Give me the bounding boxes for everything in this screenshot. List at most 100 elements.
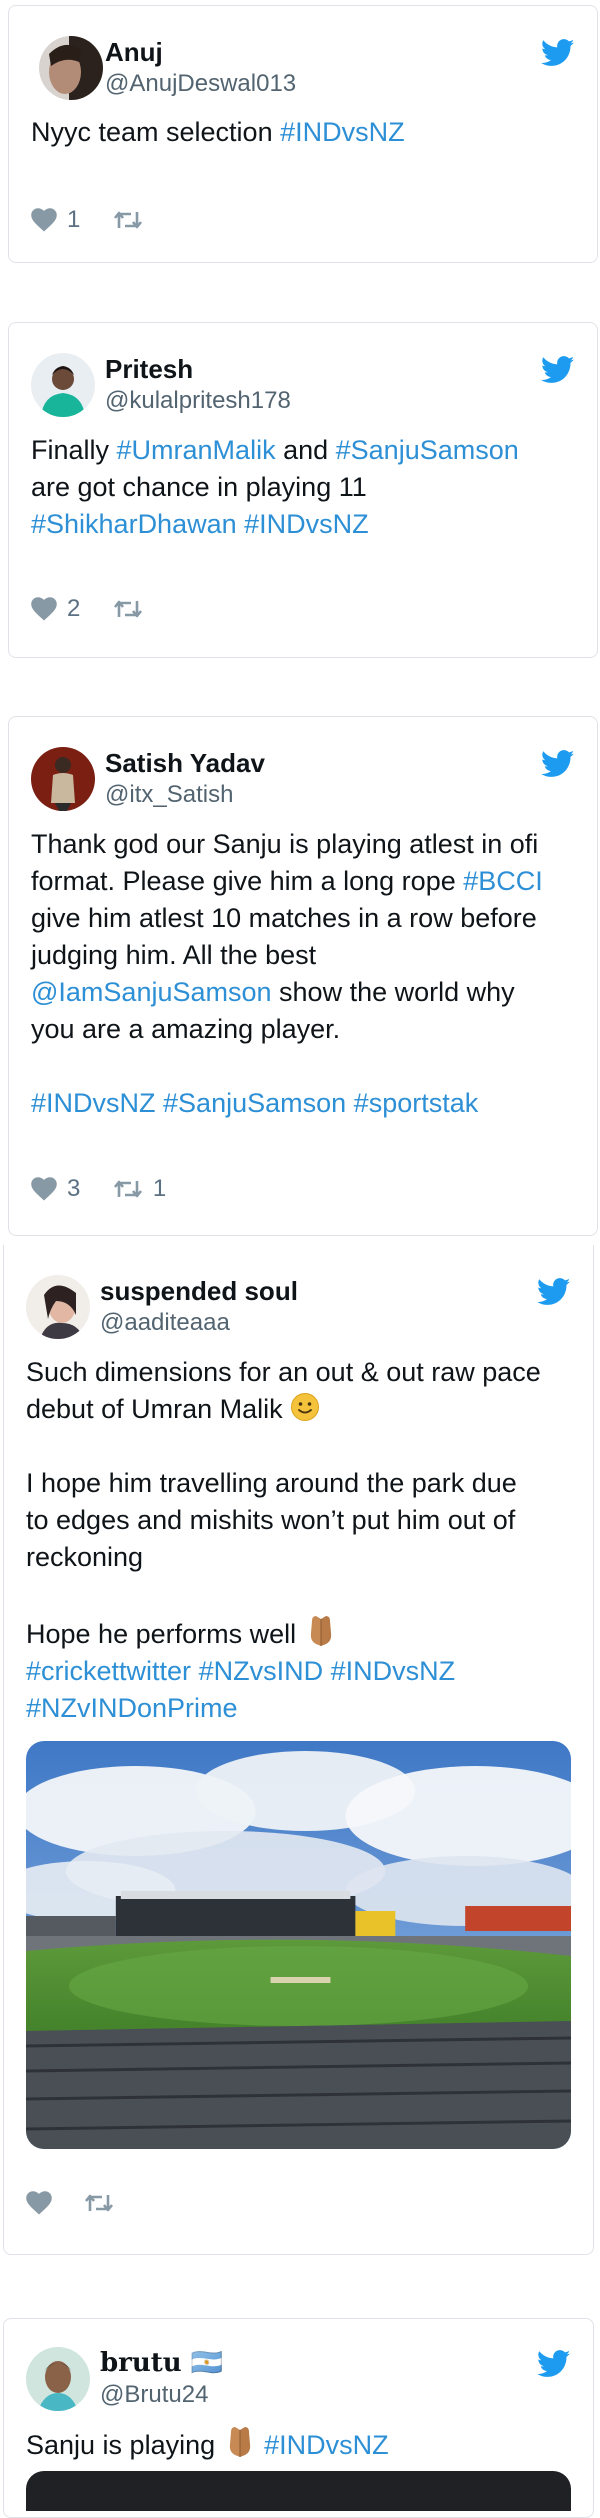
tweet-card[interactable]: Satish Yadav @itx_Satish Thank god our S… xyxy=(8,716,598,1236)
author-name[interactable]: Anuj xyxy=(105,37,163,68)
mention-link[interactable]: @IamSanjuSamson xyxy=(31,977,272,1007)
avatar[interactable] xyxy=(31,747,95,811)
twitter-bird-icon[interactable] xyxy=(537,2350,571,2378)
like-count: 2 xyxy=(67,595,81,622)
retweet-button[interactable] xyxy=(84,2192,114,2214)
twitter-bird-icon[interactable] xyxy=(541,356,575,384)
twitter-bird-icon[interactable] xyxy=(541,39,575,67)
text-fragment xyxy=(237,509,245,539)
tweet-card[interactable]: brutu 🇦🇷 @Brutu24 Sanju is playing #INDv… xyxy=(3,2318,594,2518)
tweet-line: reckoning xyxy=(26,1539,575,1576)
text-fragment xyxy=(257,2430,265,2460)
tweet-line: #NZvINDonPrime xyxy=(26,1690,575,1727)
tweet-actions: 2 xyxy=(31,595,171,625)
retweet-icon xyxy=(113,211,142,229)
avatar[interactable] xyxy=(31,353,95,417)
text-fragment: Nyyc team selection xyxy=(31,117,281,147)
hashtag-link[interactable]: #INDvsNZ xyxy=(31,1088,156,1118)
tweet-line: @IamSanjuSamson show the world why xyxy=(31,974,579,1011)
tweet-line: Finally #UmranMalik and #SanjuSamson xyxy=(31,432,579,469)
tweet-text: Finally #UmranMalik and #SanjuSamson are… xyxy=(31,432,579,543)
tweet-line: debut of Umran Malik xyxy=(26,1391,575,1428)
text-fragment: I hope him travelling around the park du… xyxy=(26,1468,517,1498)
tweet-line: #crickettwitter #NZvsIND #INDvsNZ xyxy=(26,1653,575,1690)
tweet-header: Pritesh @kulalpritesh178 xyxy=(9,323,597,417)
text-fragment: Such dimensions for an out & out raw pac… xyxy=(26,1357,541,1387)
tweet-line: Sanju is playing #INDvsNZ xyxy=(26,2424,575,2464)
retweet-icon xyxy=(113,1180,142,1198)
text-fragment xyxy=(156,1088,164,1118)
tweet-header: suspended soul @aaditeaaa xyxy=(4,1245,593,1339)
hashtag-link[interactable]: #INDvsNZ xyxy=(264,2430,389,2460)
retweet-button[interactable] xyxy=(113,209,143,231)
tweet-line: Thank god our Sanju is playing atlest in… xyxy=(31,826,579,863)
like-button[interactable]: 2 xyxy=(31,595,80,623)
hashtag-link[interactable]: #INDvsNZ xyxy=(280,117,405,147)
folded-hands-emoji-icon xyxy=(310,1616,331,1646)
like-button[interactable]: 3 xyxy=(31,1175,80,1203)
text-fragment: reckoning xyxy=(26,1542,144,1572)
tweet-line: format. Please give him a long rope #BCC… xyxy=(31,863,579,900)
retweet-button[interactable] xyxy=(113,598,143,620)
twitter-bird-icon[interactable] xyxy=(537,1278,571,1306)
author-name[interactable]: Satish Yadav xyxy=(105,748,265,779)
author-handle[interactable]: @AnujDeswal013 xyxy=(105,70,296,98)
text-fragment: format. Please give him a long rope xyxy=(31,866,464,896)
text-fragment xyxy=(191,1656,199,1686)
tweet-actions: 3 1 xyxy=(31,1175,194,1205)
smile-emoji-icon xyxy=(291,1393,320,1421)
like-button[interactable]: 1 xyxy=(31,206,80,234)
hashtag-link[interactable]: #sportstak xyxy=(354,1088,479,1118)
tweet-line: to edges and mishits won’t put him out o… xyxy=(26,1502,575,1539)
text-fragment: you are a amazing player. xyxy=(31,1014,341,1044)
text-fragment xyxy=(323,1656,331,1686)
tweet-card[interactable]: Pritesh @kulalpritesh178 Finally #UmranM… xyxy=(8,322,598,658)
text-fragment: judging him. All the best xyxy=(31,940,317,970)
hashtag-link[interactable]: #BCCI xyxy=(463,866,543,896)
hashtag-link[interactable]: #SanjuSamson xyxy=(336,435,519,465)
tweet-text: Nyyc team selection #INDvsNZ xyxy=(31,114,579,151)
tweet-text: Sanju is playing #INDvsNZ xyxy=(26,2424,575,2464)
hashtag-link[interactable]: #UmranMalik xyxy=(117,435,276,465)
author-name[interactable]: brutu 🇦🇷 xyxy=(100,2348,223,2378)
author-handle[interactable]: @itx_Satish xyxy=(105,781,233,809)
author-handle[interactable]: @aaditeaaa xyxy=(100,1309,230,1337)
hashtag-link[interactable]: #NZvsIND xyxy=(199,1656,324,1686)
text-fragment: to edges and mishits won’t put him out o… xyxy=(26,1505,516,1535)
hashtag-link[interactable]: #INDvsNZ xyxy=(331,1656,456,1686)
stadium-image xyxy=(26,1741,571,2149)
hashtag-link[interactable]: #SanjuSamson xyxy=(163,1088,346,1118)
tweet-photo-stadium[interactable] xyxy=(26,1741,571,2149)
tweet-line: Nyyc team selection #INDvsNZ xyxy=(31,114,579,151)
avatar[interactable] xyxy=(39,36,103,100)
avatar[interactable] xyxy=(26,1275,90,1339)
text-fragment xyxy=(346,1088,354,1118)
retweet-icon xyxy=(85,2194,114,2212)
like-count: 1 xyxy=(67,206,81,233)
hashtag-link[interactable]: #INDvsNZ xyxy=(244,509,369,539)
tweet-line: are got chance in playing 11 xyxy=(31,469,579,506)
text-fragment: Finally xyxy=(31,435,117,465)
tweet-line: I hope him travelling around the park du… xyxy=(26,1465,575,1502)
tweet-card[interactable]: suspended soul @aaditeaaa Such dimension… xyxy=(3,1245,594,2255)
author-name[interactable]: suspended soul xyxy=(100,1276,298,1307)
twitter-bird-icon[interactable] xyxy=(541,750,575,778)
author-handle[interactable]: @Brutu24 xyxy=(100,2381,208,2409)
hashtag-link[interactable]: #ShikharDhawan xyxy=(31,509,237,539)
text-fragment: Sanju is playing xyxy=(26,2430,223,2460)
tweet-photo-partial[interactable] xyxy=(26,2471,571,2511)
text-fragment: and xyxy=(275,435,336,465)
hashtag-link[interactable]: #NZvINDonPrime xyxy=(26,1693,238,1723)
like-button[interactable] xyxy=(26,2191,52,2215)
tweet-line: give him atlest 10 matches in a row befo… xyxy=(31,900,579,937)
avatar[interactable] xyxy=(26,2347,90,2411)
retweet-button[interactable]: 1 xyxy=(113,1175,166,1203)
tweet-card[interactable]: Anuj @AnujDeswal013 Nyyc team selection … xyxy=(8,5,598,263)
author-handle[interactable]: @kulalpritesh178 xyxy=(105,387,291,415)
like-count: 3 xyxy=(67,1175,81,1202)
tweet-line: judging him. All the best xyxy=(31,937,579,974)
author-name[interactable]: Pritesh xyxy=(105,354,193,385)
hashtag-link[interactable]: #crickettwitter xyxy=(26,1656,191,1686)
tweet-line: Such dimensions for an out & out raw pac… xyxy=(26,1354,575,1391)
tweet-line: Hope he performs well xyxy=(26,1613,575,1653)
